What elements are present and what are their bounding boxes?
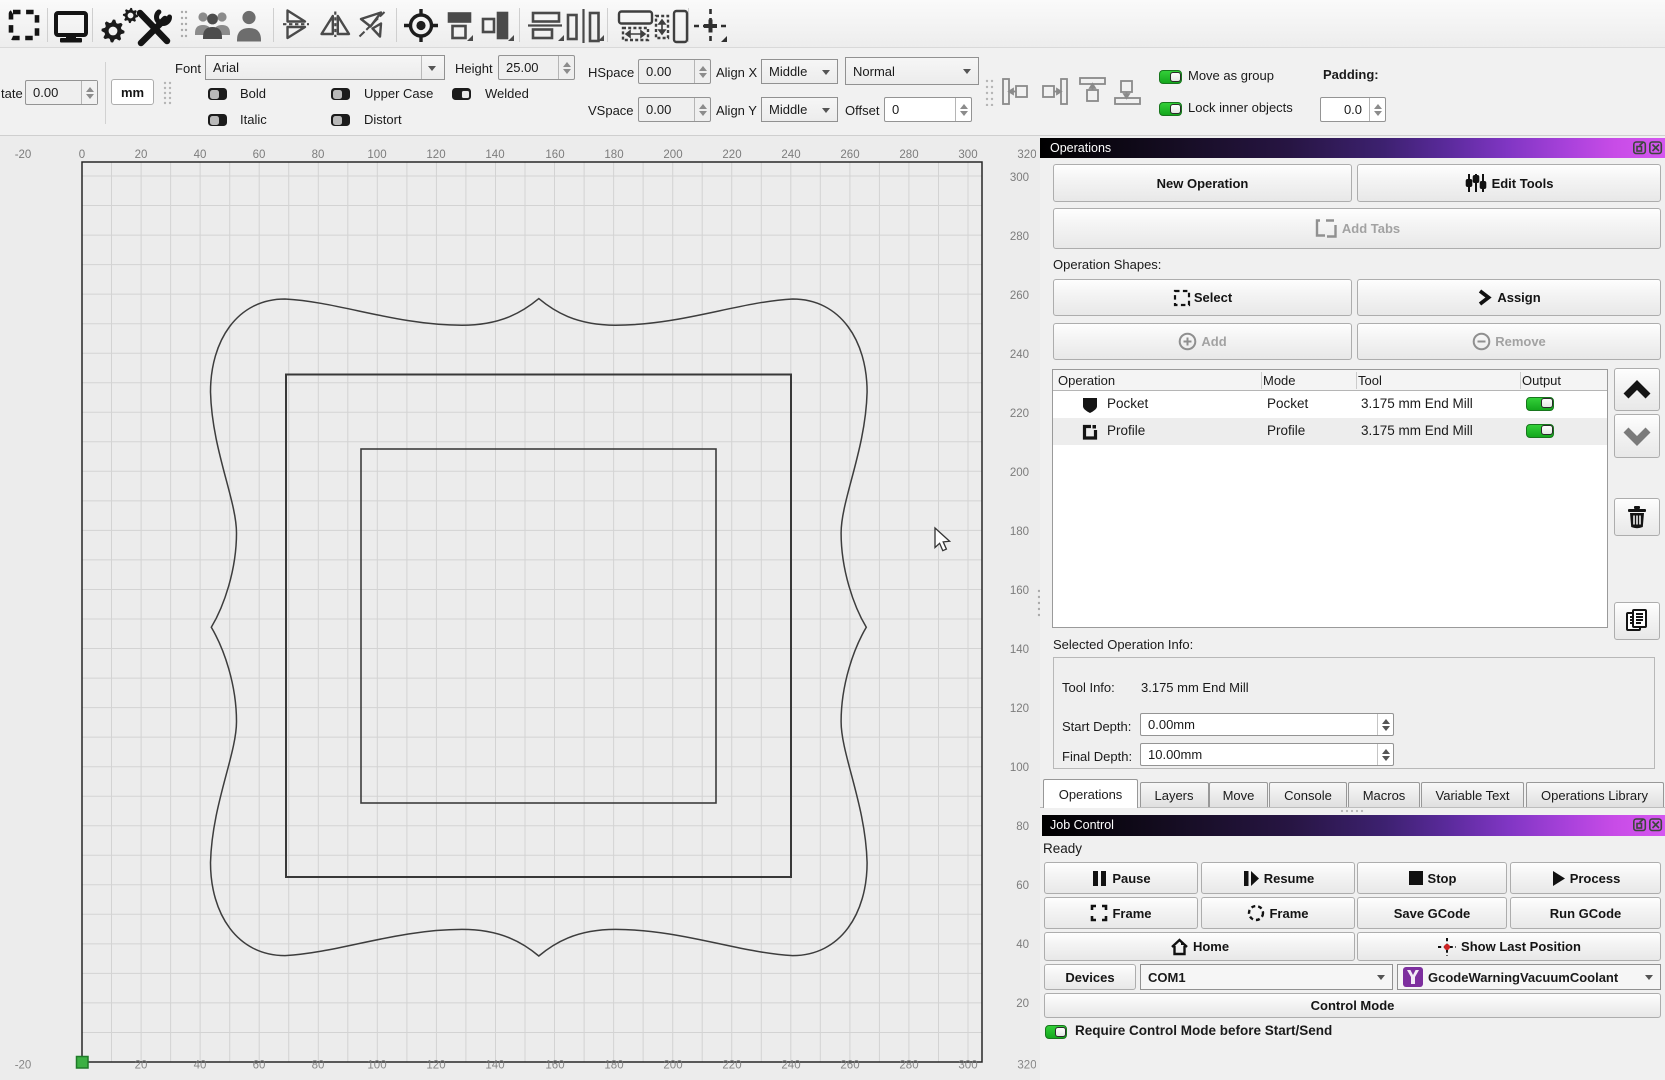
svg-text:180: 180 <box>1010 526 1029 538</box>
svg-text:180: 180 <box>604 149 623 161</box>
svg-text:300: 300 <box>1010 172 1029 184</box>
svg-text:40: 40 <box>194 1060 207 1072</box>
svg-text:60: 60 <box>1016 880 1029 892</box>
svg-text:200: 200 <box>663 1060 682 1072</box>
svg-text:60: 60 <box>253 1060 266 1072</box>
svg-text:140: 140 <box>1010 644 1029 656</box>
svg-text:300: 300 <box>958 1060 977 1072</box>
svg-text:260: 260 <box>840 1060 859 1072</box>
svg-text:120: 120 <box>1010 703 1029 715</box>
svg-text:280: 280 <box>1010 231 1029 243</box>
svg-text:220: 220 <box>722 1060 741 1072</box>
svg-text:280: 280 <box>899 1060 918 1072</box>
svg-text:80: 80 <box>312 149 325 161</box>
svg-text:260: 260 <box>1010 290 1029 302</box>
svg-text:-20: -20 <box>15 149 32 161</box>
svg-text:200: 200 <box>663 149 682 161</box>
svg-text:220: 220 <box>722 149 741 161</box>
svg-text:140: 140 <box>485 1060 504 1072</box>
svg-text:140: 140 <box>485 149 504 161</box>
svg-text:240: 240 <box>1010 349 1029 361</box>
svg-text:220: 220 <box>1010 408 1029 420</box>
svg-text:20: 20 <box>135 149 148 161</box>
svg-text:-20: -20 <box>15 1060 32 1072</box>
svg-text:100: 100 <box>367 149 386 161</box>
svg-text:200: 200 <box>1010 467 1029 479</box>
svg-text:20: 20 <box>135 1060 148 1072</box>
svg-text:160: 160 <box>545 1060 564 1072</box>
svg-text:80: 80 <box>312 1060 325 1072</box>
svg-text:40: 40 <box>1016 939 1029 951</box>
svg-text:160: 160 <box>1010 585 1029 597</box>
svg-text:260: 260 <box>840 149 859 161</box>
svg-text:100: 100 <box>367 1060 386 1072</box>
svg-text:100: 100 <box>1010 762 1029 774</box>
svg-text:60: 60 <box>253 149 266 161</box>
svg-text:240: 240 <box>781 1060 800 1072</box>
svg-text:240: 240 <box>781 149 800 161</box>
svg-text:320: 320 <box>1017 149 1036 161</box>
svg-text:120: 120 <box>426 1060 445 1072</box>
svg-text:320: 320 <box>1017 1060 1036 1072</box>
svg-text:0: 0 <box>79 149 85 161</box>
svg-text:180: 180 <box>604 1060 623 1072</box>
svg-text:300: 300 <box>958 149 977 161</box>
svg-text:280: 280 <box>899 149 918 161</box>
svg-text:20: 20 <box>1016 998 1029 1010</box>
svg-text:80: 80 <box>1016 821 1029 833</box>
svg-text:120: 120 <box>426 149 445 161</box>
svg-text:40: 40 <box>194 149 207 161</box>
svg-text:160: 160 <box>545 149 564 161</box>
